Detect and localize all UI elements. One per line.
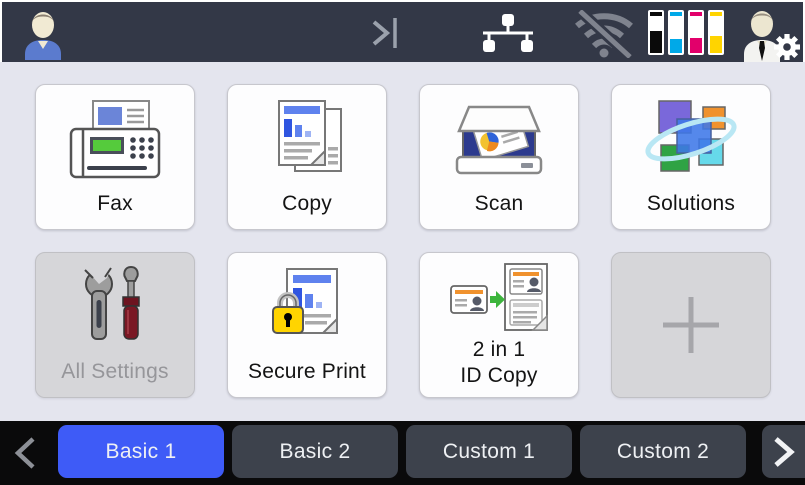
- tab-bar: Basic 1 Basic 2 Custom 1 Custom 2 C: [0, 421, 805, 485]
- id-copy-icon: [420, 261, 578, 335]
- home-button-id-copy[interactable]: 2 in 1 ID Copy: [419, 252, 579, 398]
- home-button-label: 2 in 1: [420, 338, 578, 362]
- ink-cartridge-yellow: [708, 10, 724, 55]
- home-button-copy[interactable]: Copy: [227, 84, 387, 230]
- wired-network-icon[interactable]: [479, 14, 537, 57]
- home-button-label: Solutions: [612, 192, 770, 216]
- home-button-label: Scan: [420, 192, 578, 216]
- home-button-all-settings[interactable]: All Settings: [35, 252, 195, 398]
- tab-custom-2[interactable]: Custom 2: [580, 425, 746, 478]
- ink-cartridge-magenta: [688, 10, 704, 55]
- home-button-add-shortcut[interactable]: [611, 252, 771, 398]
- plus-icon: [612, 263, 770, 387]
- chevron-right-icon: [772, 436, 796, 468]
- all-settings-icon: [36, 263, 194, 355]
- tab-basic-1[interactable]: Basic 1: [58, 425, 224, 478]
- home-button-label: Fax: [36, 192, 194, 216]
- tab-label: Custom 2: [617, 440, 709, 464]
- tab-next-partial[interactable]: C: [762, 425, 805, 478]
- home-button-label: All Settings: [36, 360, 194, 384]
- home-button-solutions[interactable]: Solutions: [611, 84, 771, 230]
- home-button-fax[interactable]: Fax: [35, 84, 195, 230]
- home-button-label2: ID Copy: [420, 364, 578, 388]
- copy-icon: [228, 95, 386, 187]
- home-button-label: Copy: [228, 192, 386, 216]
- status-bar: [2, 2, 803, 62]
- home-button-scan[interactable]: Scan: [419, 84, 579, 230]
- chevron-left-icon[interactable]: [12, 434, 42, 472]
- tab-label: Basic 1: [106, 440, 177, 464]
- secure-print-icon: [228, 263, 386, 355]
- admin-settings-icon[interactable]: [738, 6, 802, 67]
- tab-label: Basic 2: [280, 440, 351, 464]
- tab-label: Custom 1: [443, 440, 535, 464]
- ink-cartridge-black: [648, 10, 664, 55]
- home-button-label: Secure Print: [228, 360, 386, 384]
- tab-custom-1[interactable]: Custom 1: [406, 425, 572, 478]
- user-avatar-icon[interactable]: [18, 8, 68, 65]
- wifi-off-icon[interactable]: [571, 10, 637, 63]
- home-button-secure-print[interactable]: Secure Print: [227, 252, 387, 398]
- ink-levels-indicator[interactable]: [648, 10, 724, 55]
- expand-panel-icon[interactable]: [366, 15, 404, 56]
- fax-icon: [36, 95, 194, 187]
- printer-touchscreen: Fax Copy: [0, 0, 805, 485]
- ink-cartridge-cyan: [668, 10, 684, 55]
- solutions-icon: [612, 95, 770, 187]
- tab-basic-2[interactable]: Basic 2: [232, 425, 398, 478]
- scan-icon: [420, 95, 578, 187]
